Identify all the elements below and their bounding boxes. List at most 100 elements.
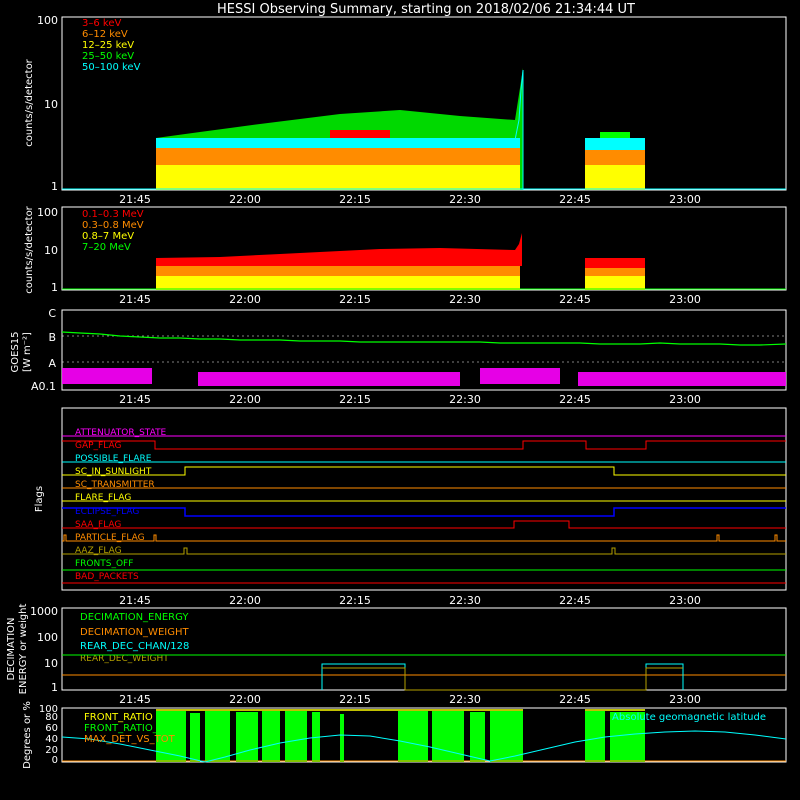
panel-1-xtick-2145: 21:45 xyxy=(119,193,151,206)
chart-title: HESSI Observing Summary, starting on 201… xyxy=(217,2,635,17)
panel-3-xtick-2200: 22:00 xyxy=(229,393,261,406)
panel-5-ytick-1: 1 xyxy=(51,681,58,694)
legend-0.3-0.8-mev: 0.3–0.8 MeV xyxy=(82,220,144,231)
panel-3-ylabel-2: [W m⁻²] xyxy=(22,332,33,372)
panel-6-ylabel: Degrees or % xyxy=(22,701,33,769)
panel-1-xtick-2300: 23:00 xyxy=(669,193,701,206)
legend-12-25-kev: 12–25 keV xyxy=(82,40,134,51)
panel-6-ytick-100: 100 xyxy=(39,704,58,715)
panel-2-xtick-2300: 23:00 xyxy=(669,293,701,306)
panel-1-xtick-2230: 22:30 xyxy=(449,193,481,206)
goes-long-channel-line xyxy=(61,331,787,346)
legend-rear-dec-chan: REAR_DEC_CHAN/128 xyxy=(80,641,189,652)
legend-50-100-kev: 50–100 keV xyxy=(82,62,141,73)
flag-label-fronts-off: FRONTS_OFF xyxy=(75,559,133,569)
panel-5-xticks: 21:45 22:00 22:15 22:30 22:45 23:00 xyxy=(119,693,701,706)
legend-decimation-weight: DECIMATION_WEIGHT xyxy=(80,627,189,638)
panel-rates-high-energy: counts/s/detector 1 10 100 0.1–0.3 MeV 0… xyxy=(24,205,787,294)
legend-25-50-kev: 25–50 keV xyxy=(82,51,134,62)
panel-6-ytick-20: 20 xyxy=(45,745,58,756)
panel-flags: Flags ATTENUATOR_STATE GAP_FLAG POSSIBLE… xyxy=(34,407,787,591)
panel-2-xtick-2230: 22:30 xyxy=(449,293,481,306)
rear-dec-weight-line xyxy=(322,667,683,691)
panel-2-xtick-2200: 22:00 xyxy=(229,293,261,306)
panel-5-ytick-1000: 1000 xyxy=(30,605,58,618)
panel-2-ylabel: counts/s/detector xyxy=(24,205,35,293)
panel-5-ytick-10: 10 xyxy=(44,657,58,670)
panel-4-xtick-2215: 22:15 xyxy=(339,594,371,607)
legend-7-20-mev: 7–20 MeV xyxy=(82,242,131,253)
goes-short-channel xyxy=(62,368,786,386)
panel-4-xtick-2245: 22:45 xyxy=(559,594,591,607)
flag-label-bad-packets: BAD_PACKETS xyxy=(75,572,139,582)
panel-3-xtick-2215: 22:15 xyxy=(339,393,371,406)
panel-2-ytick-1: 1 xyxy=(51,281,58,294)
panel-2-xticks: 21:45 22:00 22:15 22:30 22:45 23:00 xyxy=(119,293,701,306)
panel-1-xticks: 21:45 22:00 22:15 22:30 22:45 23:00 xyxy=(119,193,701,206)
flag-line-particle-flag xyxy=(62,534,786,542)
legend-front-ratio: FRONT_RATIO xyxy=(84,712,153,723)
panel-5-ytick-100: 100 xyxy=(37,631,58,644)
panel-4-xtick-2300: 23:00 xyxy=(669,594,701,607)
panel-3-xtick-2245: 22:45 xyxy=(559,393,591,406)
panel-4-xtick-2145: 21:45 xyxy=(119,594,151,607)
panel-5-xtick-2145: 21:45 xyxy=(119,693,151,706)
panel-5-xtick-2230: 22:30 xyxy=(449,693,481,706)
panel-4-xtick-2230: 22:30 xyxy=(449,594,481,607)
panel-2-ytick-10: 10 xyxy=(44,244,58,257)
legend-6-12-kev: 6–12 keV xyxy=(82,29,128,40)
panel-2-ytick-100: 100 xyxy=(37,206,58,219)
panel-2-data-band-2 xyxy=(585,258,645,290)
observing-summary-chart: HESSI Observing Summary, starting on 201… xyxy=(6,2,787,769)
panel-3-ytick-b: B xyxy=(48,331,56,344)
panel-goes: GOES15 [W m⁻²] C B A A0.1 xyxy=(10,307,787,393)
panel-1-xtick-2200: 22:00 xyxy=(229,193,261,206)
panel-2-xtick-2215: 22:15 xyxy=(339,293,371,306)
panel-1-ytick-10: 10 xyxy=(44,98,58,111)
legend-0.8-7-mev: 0.8–7 MeV xyxy=(82,231,134,242)
panel-rates-low-energy: counts/s/detector 1 10 100 3–6 keV 6–12 … xyxy=(24,14,787,193)
legend-3-6-kev: 3–6 keV xyxy=(82,18,121,29)
flag-label-gap-flag: GAP_FLAG xyxy=(75,441,121,451)
legend-decimation-energy: DECIMATION_ENERGY xyxy=(80,612,189,623)
panel-5-xtick-2245: 22:45 xyxy=(559,693,591,706)
panel-5-xtick-2200: 22:00 xyxy=(229,693,261,706)
panel-2-data-band-1 xyxy=(156,233,522,290)
panel-1-ytick-1: 1 xyxy=(51,180,58,193)
flag-line-sc-in-sunlight xyxy=(62,466,786,476)
panel-3-ytick-a0.1: A0.1 xyxy=(31,380,56,393)
panel-5-ylabel-2: ENERGY or weight xyxy=(18,604,29,695)
flag-line-saa-flag xyxy=(62,520,786,529)
panel-1-xtick-2215: 22:15 xyxy=(339,193,371,206)
panel-3-xticks: 21:45 22:00 22:15 22:30 22:45 23:00 xyxy=(119,393,701,406)
panel-2-xtick-2145: 21:45 xyxy=(119,293,151,306)
panel-1-ytick-100: 100 xyxy=(37,14,58,27)
panel-3-ytick-c: C xyxy=(48,307,56,320)
panel-5-xtick-2215: 22:15 xyxy=(339,693,371,706)
panel-4-frame xyxy=(61,407,787,591)
legend-geomagnetic-latitude: Absolute geomagnetic latitude xyxy=(612,712,766,723)
flag-line-eclipse-flag xyxy=(62,507,786,517)
panel-4-xticks: 21:45 22:00 22:15 22:30 22:45 23:00 xyxy=(119,594,701,607)
panel-decimation: DECIMATION ENERGY or weight 1 10 100 100… xyxy=(6,604,787,695)
panel-2-xtick-2245: 22:45 xyxy=(559,293,591,306)
front-ratio-1225-bars xyxy=(156,711,645,762)
panel-1-xtick-2245: 22:45 xyxy=(559,193,591,206)
legend-max-det-vs-tot: MAX_DET_VS_TOT xyxy=(84,734,176,745)
panel-5-ylabel-1: DECIMATION xyxy=(6,617,17,680)
panel-3-ytick-a: A xyxy=(48,357,56,370)
panel-5-xtick-2300: 23:00 xyxy=(669,693,701,706)
legend-0.1-0.3-mev: 0.1–0.3 MeV xyxy=(82,209,144,220)
panel-3-xtick-2145: 21:45 xyxy=(119,393,151,406)
panel-1-ylabel: counts/s/detector xyxy=(24,58,35,146)
panel-1-data-band-1 xyxy=(156,68,524,190)
flag-line-gap-flag xyxy=(62,440,786,450)
panel-6-ytick-40: 40 xyxy=(45,734,58,745)
panel-6-ytick-60: 60 xyxy=(45,723,58,734)
flag-line-aaz-flag xyxy=(62,547,786,555)
panel-4-ylabel: Flags xyxy=(34,486,45,512)
panel-1-data-band-2 xyxy=(585,132,645,190)
panel-3-xtick-2300: 23:00 xyxy=(669,393,701,406)
panel-4-xtick-2200: 22:00 xyxy=(229,594,261,607)
panel-6-ytick-0: 0 xyxy=(52,755,58,766)
